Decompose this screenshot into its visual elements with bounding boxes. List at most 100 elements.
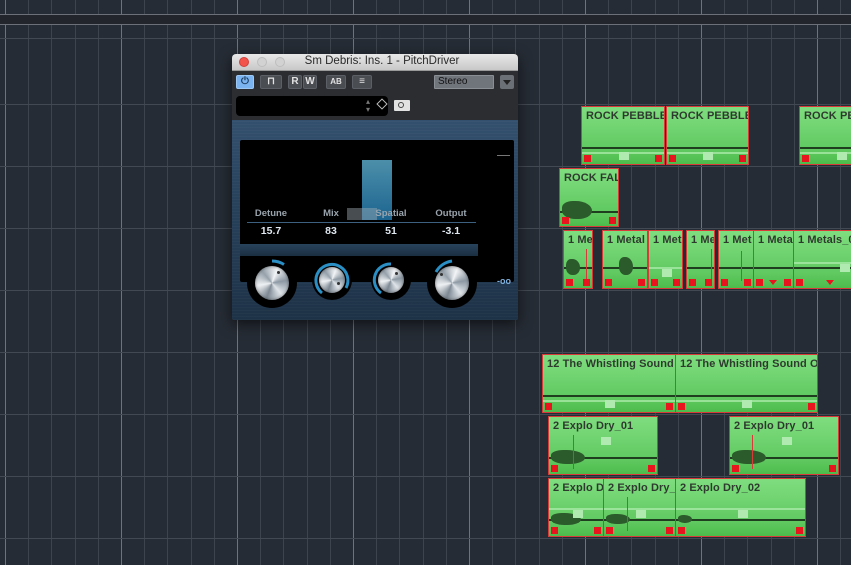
mix-knob[interactable]: [312, 260, 352, 300]
knob-shelf: [240, 244, 478, 256]
window-titlebar[interactable]: Sm Debris: Ins. 1 - PitchDriver: [232, 54, 518, 71]
audio-clip[interactable]: 1 Met: [648, 230, 683, 289]
fade-in-handle[interactable]: [678, 403, 685, 410]
audio-clip[interactable]: 1 Meta: [753, 230, 794, 289]
spatial-knob[interactable]: [371, 260, 411, 300]
fade-in-handle[interactable]: [721, 279, 728, 286]
fade-out-handle[interactable]: [666, 403, 673, 410]
preset-browser-icon[interactable]: [376, 98, 388, 110]
detune-knob[interactable]: [247, 258, 297, 308]
audio-clip[interactable]: 1 Me: [686, 230, 715, 289]
mix-value[interactable]: 83: [301, 225, 361, 237]
fade-out-handle[interactable]: [829, 465, 836, 472]
fade-out-handle[interactable]: [609, 217, 616, 224]
fade-in-handle[interactable]: [678, 527, 685, 534]
spatial-value[interactable]: 51: [361, 225, 421, 237]
preset-stepper-icon[interactable]: ▴ ▾: [366, 98, 370, 114]
window-title: Sm Debris: Ins. 1 - PitchDriver: [304, 55, 460, 67]
meter-tick: [497, 155, 510, 156]
fade-out-handle[interactable]: [808, 403, 815, 410]
fade-in-handle[interactable]: [584, 155, 591, 162]
preset-field[interactable]: ▴ ▾: [236, 96, 388, 116]
spatial-label: Spatial: [375, 208, 407, 219]
fade-out-handle[interactable]: [666, 527, 673, 534]
audio-clip[interactable]: ROCK PEBBLE: [581, 106, 665, 165]
bypass-icon: ⊓: [267, 76, 275, 87]
audio-clip[interactable]: 1 Me: [563, 230, 593, 289]
audio-clip[interactable]: ROCK PEBBLE: [799, 106, 851, 165]
mix-label: Mix: [323, 208, 339, 219]
clip-name: 1 Metal: [607, 234, 645, 246]
fade-out-handle[interactable]: [655, 155, 662, 162]
ab-compare-button[interactable]: AB: [326, 75, 346, 89]
clip-name: 2 Explo D: [553, 482, 604, 494]
fade-out-handle[interactable]: [739, 155, 746, 162]
fade-out-handle[interactable]: [784, 279, 791, 286]
clip-name: ROCK PEBBLE: [586, 110, 665, 122]
ruler-strip: [0, 14, 851, 25]
fade-out-handle[interactable]: [796, 527, 803, 534]
fade-in-handle[interactable]: [732, 465, 739, 472]
output-value[interactable]: -3.1: [421, 225, 481, 237]
clip-name: 1 Me: [568, 234, 593, 246]
fade-in-handle[interactable]: [566, 279, 573, 286]
audio-clip[interactable]: 2 Explo D: [548, 478, 604, 537]
fade-out-handle[interactable]: [594, 527, 601, 534]
read-automation-button[interactable]: R: [288, 75, 302, 89]
fade-in-handle[interactable]: [545, 403, 552, 410]
menu-button[interactable]: ≡: [352, 75, 372, 89]
plugin-toolbar: ⏻ ⊓ R W AB ≡ Stereo ▴ ▾: [232, 71, 518, 119]
fade-out-handle[interactable]: [583, 279, 590, 286]
audio-clip[interactable]: ROCK PEBBLE: [666, 106, 749, 165]
clip-name: 1 Meta: [758, 234, 793, 246]
fade-out-handle[interactable]: [648, 465, 655, 472]
clip-name: 2 Explo Dry_: [608, 482, 676, 494]
audio-clip[interactable]: ROCK FAL: [559, 168, 619, 227]
audio-clip[interactable]: 2 Explo Dry_02: [675, 478, 806, 537]
fade-in-handle[interactable]: [605, 279, 612, 286]
fade-in-handle[interactable]: [551, 527, 558, 534]
audio-clip[interactable]: 2 Explo Dry_01: [729, 416, 839, 475]
bypass-button[interactable]: ⊓: [260, 75, 282, 89]
channel-select[interactable]: Stereo: [434, 75, 494, 89]
fade-in-handle[interactable]: [756, 279, 763, 286]
fade-in-handle[interactable]: [562, 217, 569, 224]
audio-clip[interactable]: 12 The Whistling Sound Of: [675, 354, 818, 413]
chevron-down-icon[interactable]: [500, 75, 514, 89]
camera-icon[interactable]: [394, 100, 410, 111]
audio-clip[interactable]: 1 Met: [718, 230, 754, 289]
clip-name: ROCK PEBBLE: [671, 110, 749, 122]
clip-name: ROCK FAL: [564, 172, 619, 184]
clip-name: 1 Met: [723, 234, 752, 246]
output-knob[interactable]: [427, 258, 477, 308]
audio-clip[interactable]: 12 The Whistling Sound: [542, 354, 676, 413]
write-automation-button[interactable]: W: [303, 75, 317, 89]
fade-out-handle[interactable]: [673, 279, 680, 286]
fade-in-handle[interactable]: [796, 279, 803, 286]
output-label: Output: [435, 208, 467, 219]
fade-out-handle[interactable]: [705, 279, 712, 286]
fade-in-handle[interactable]: [689, 279, 696, 286]
detune-label: Detune: [254, 208, 288, 219]
audio-clip[interactable]: 2 Explo Dry_: [603, 478, 676, 537]
clip-name: 2 Explo Dry_01: [734, 420, 815, 432]
output-meter-readout: -oo: [497, 276, 511, 286]
clip-name: ROCK PEBBLE: [804, 110, 851, 122]
clip-name: 1 Met: [653, 234, 682, 246]
fade-out-handle[interactable]: [744, 279, 751, 286]
fade-in-handle[interactable]: [606, 527, 613, 534]
fade-in-handle[interactable]: [551, 465, 558, 472]
fade-in-handle[interactable]: [669, 155, 676, 162]
clip-name: 1 Metals_0: [798, 234, 851, 246]
audio-clip[interactable]: 1 Metal: [602, 230, 648, 289]
audio-clip[interactable]: 1 Metals_0: [793, 230, 851, 289]
menu-icon: ≡: [359, 76, 365, 87]
clip-name: 12 The Whistling Sound: [547, 358, 674, 370]
fade-in-handle[interactable]: [651, 279, 658, 286]
plugin-window[interactable]: Sm Debris: Ins. 1 - PitchDriver ⏻ ⊓ R W …: [232, 54, 518, 320]
fade-out-handle[interactable]: [638, 279, 645, 286]
detune-value[interactable]: 15.7: [241, 225, 301, 237]
audio-clip[interactable]: 2 Explo Dry_01: [548, 416, 658, 475]
power-button[interactable]: ⏻: [236, 75, 254, 89]
fade-in-handle[interactable]: [802, 155, 809, 162]
